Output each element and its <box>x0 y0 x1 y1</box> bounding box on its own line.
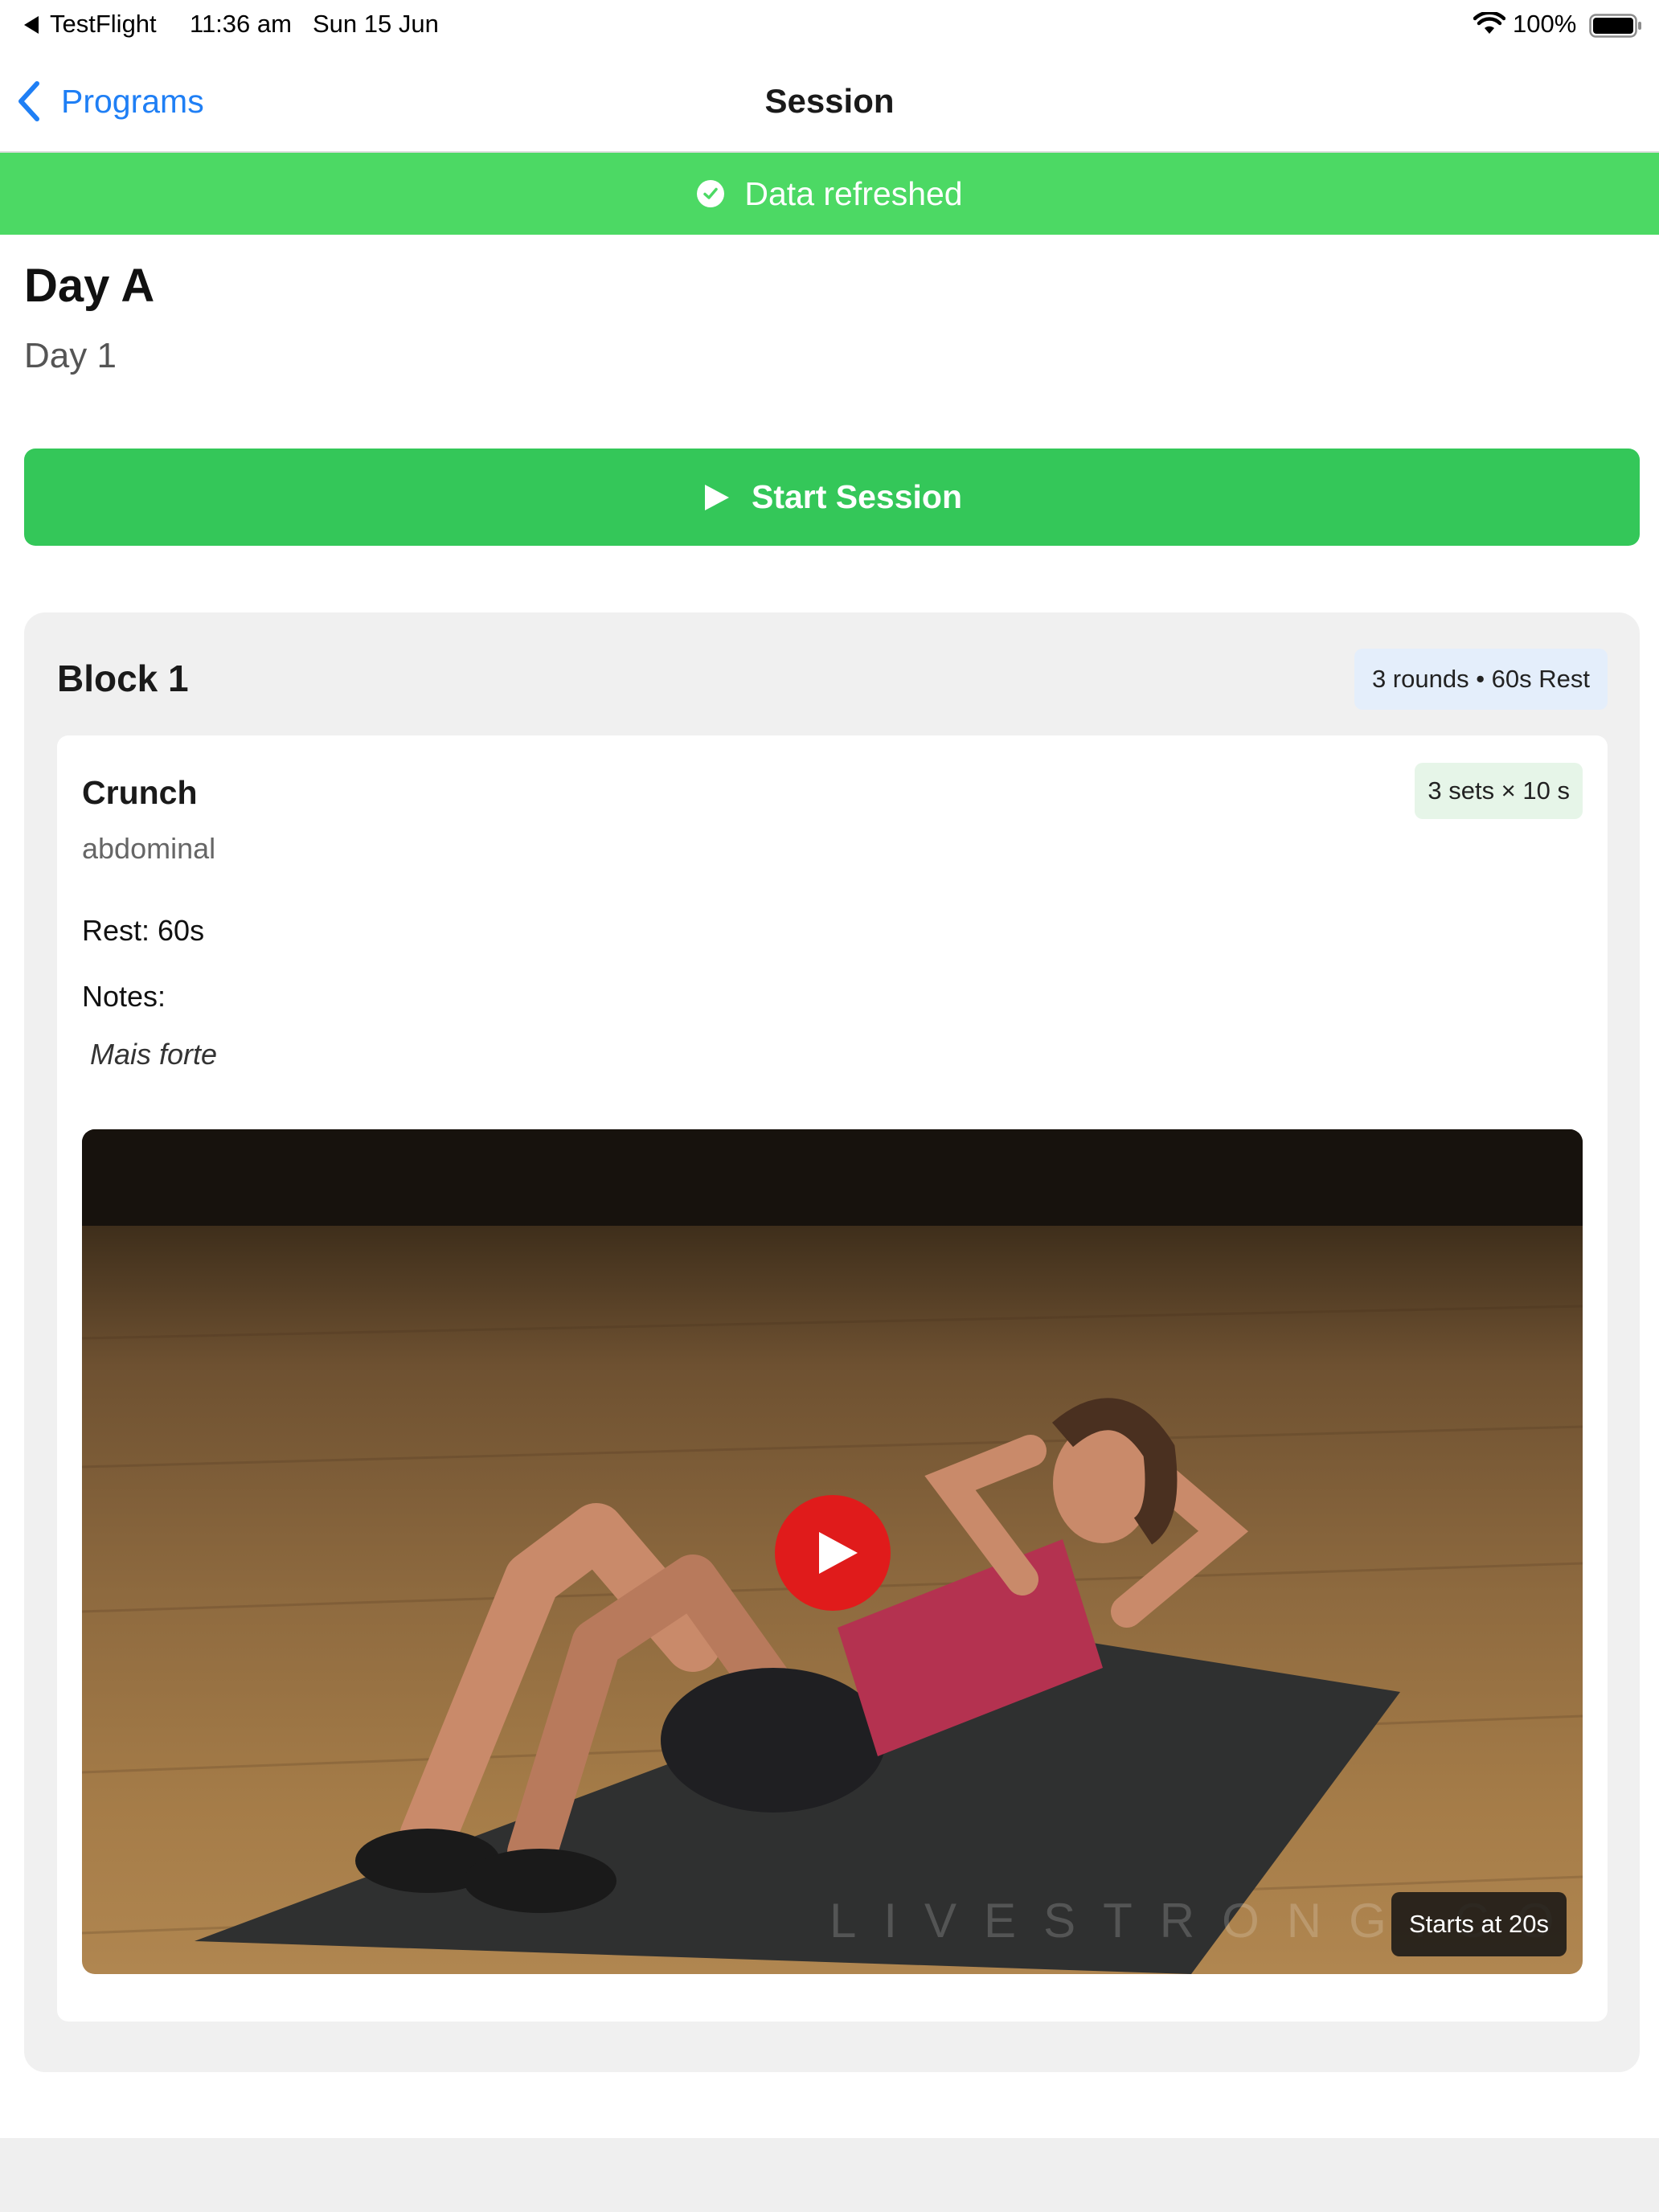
video-play-button[interactable] <box>775 1495 891 1611</box>
exercise-sets-badge: 3 sets × 10 s <box>1415 763 1583 819</box>
block-rounds-badge: 3 rounds • 60s Rest <box>1354 649 1608 710</box>
exercise-rest: Rest: 60s <box>82 914 205 947</box>
navigation-bar: Programs Session <box>0 50 1659 153</box>
back-to-app-label[interactable]: TestFlight <box>50 10 157 39</box>
notes-label: Notes: <box>82 980 166 1013</box>
session-subtitle: Day 1 <box>24 336 117 375</box>
video-start-time-badge: Starts at 20s <box>1391 1892 1567 1956</box>
start-session-label: Start Session <box>751 478 963 515</box>
session-screen: TestFlight 11:36 am Sun 15 Jun 100% Prog… <box>0 0 1659 2212</box>
refresh-check-icon <box>697 180 725 207</box>
battery-icon <box>1589 14 1641 38</box>
start-session-button[interactable]: Start Session <box>24 449 1640 546</box>
exercise-video[interactable]: LIVESTRONG.COM Starts at 20s <box>82 1129 1583 1974</box>
refresh-banner: Data refreshed <box>0 153 1659 235</box>
bottom-area <box>0 2138 1659 2212</box>
wifi-icon <box>1473 12 1505 34</box>
exercise-notes: Mais forte <box>90 1038 218 1071</box>
battery-percent: 100% <box>1513 10 1577 38</box>
block-title: Block 1 <box>57 657 189 699</box>
back-to-app-icon[interactable] <box>24 16 39 34</box>
status-date: Sun 15 Jun <box>313 10 439 38</box>
status-bar: TestFlight 11:36 am Sun 15 Jun 100% <box>0 0 1659 50</box>
status-time: 11:36 am <box>190 10 292 38</box>
play-icon <box>819 1532 858 1574</box>
banner-message: Data refreshed <box>744 174 963 212</box>
exercise-muscle: abdominal <box>82 832 216 865</box>
play-icon <box>704 484 729 510</box>
exercise-name: Crunch <box>82 774 198 811</box>
session-title: Day A <box>24 260 155 312</box>
page-title: Session <box>764 82 895 120</box>
block-card: Block 1 3 rounds • 60s Rest Crunch 3 set… <box>24 612 1640 2072</box>
exercise-card: Crunch 3 sets × 10 s abdominal Rest: 60s… <box>57 735 1608 2022</box>
